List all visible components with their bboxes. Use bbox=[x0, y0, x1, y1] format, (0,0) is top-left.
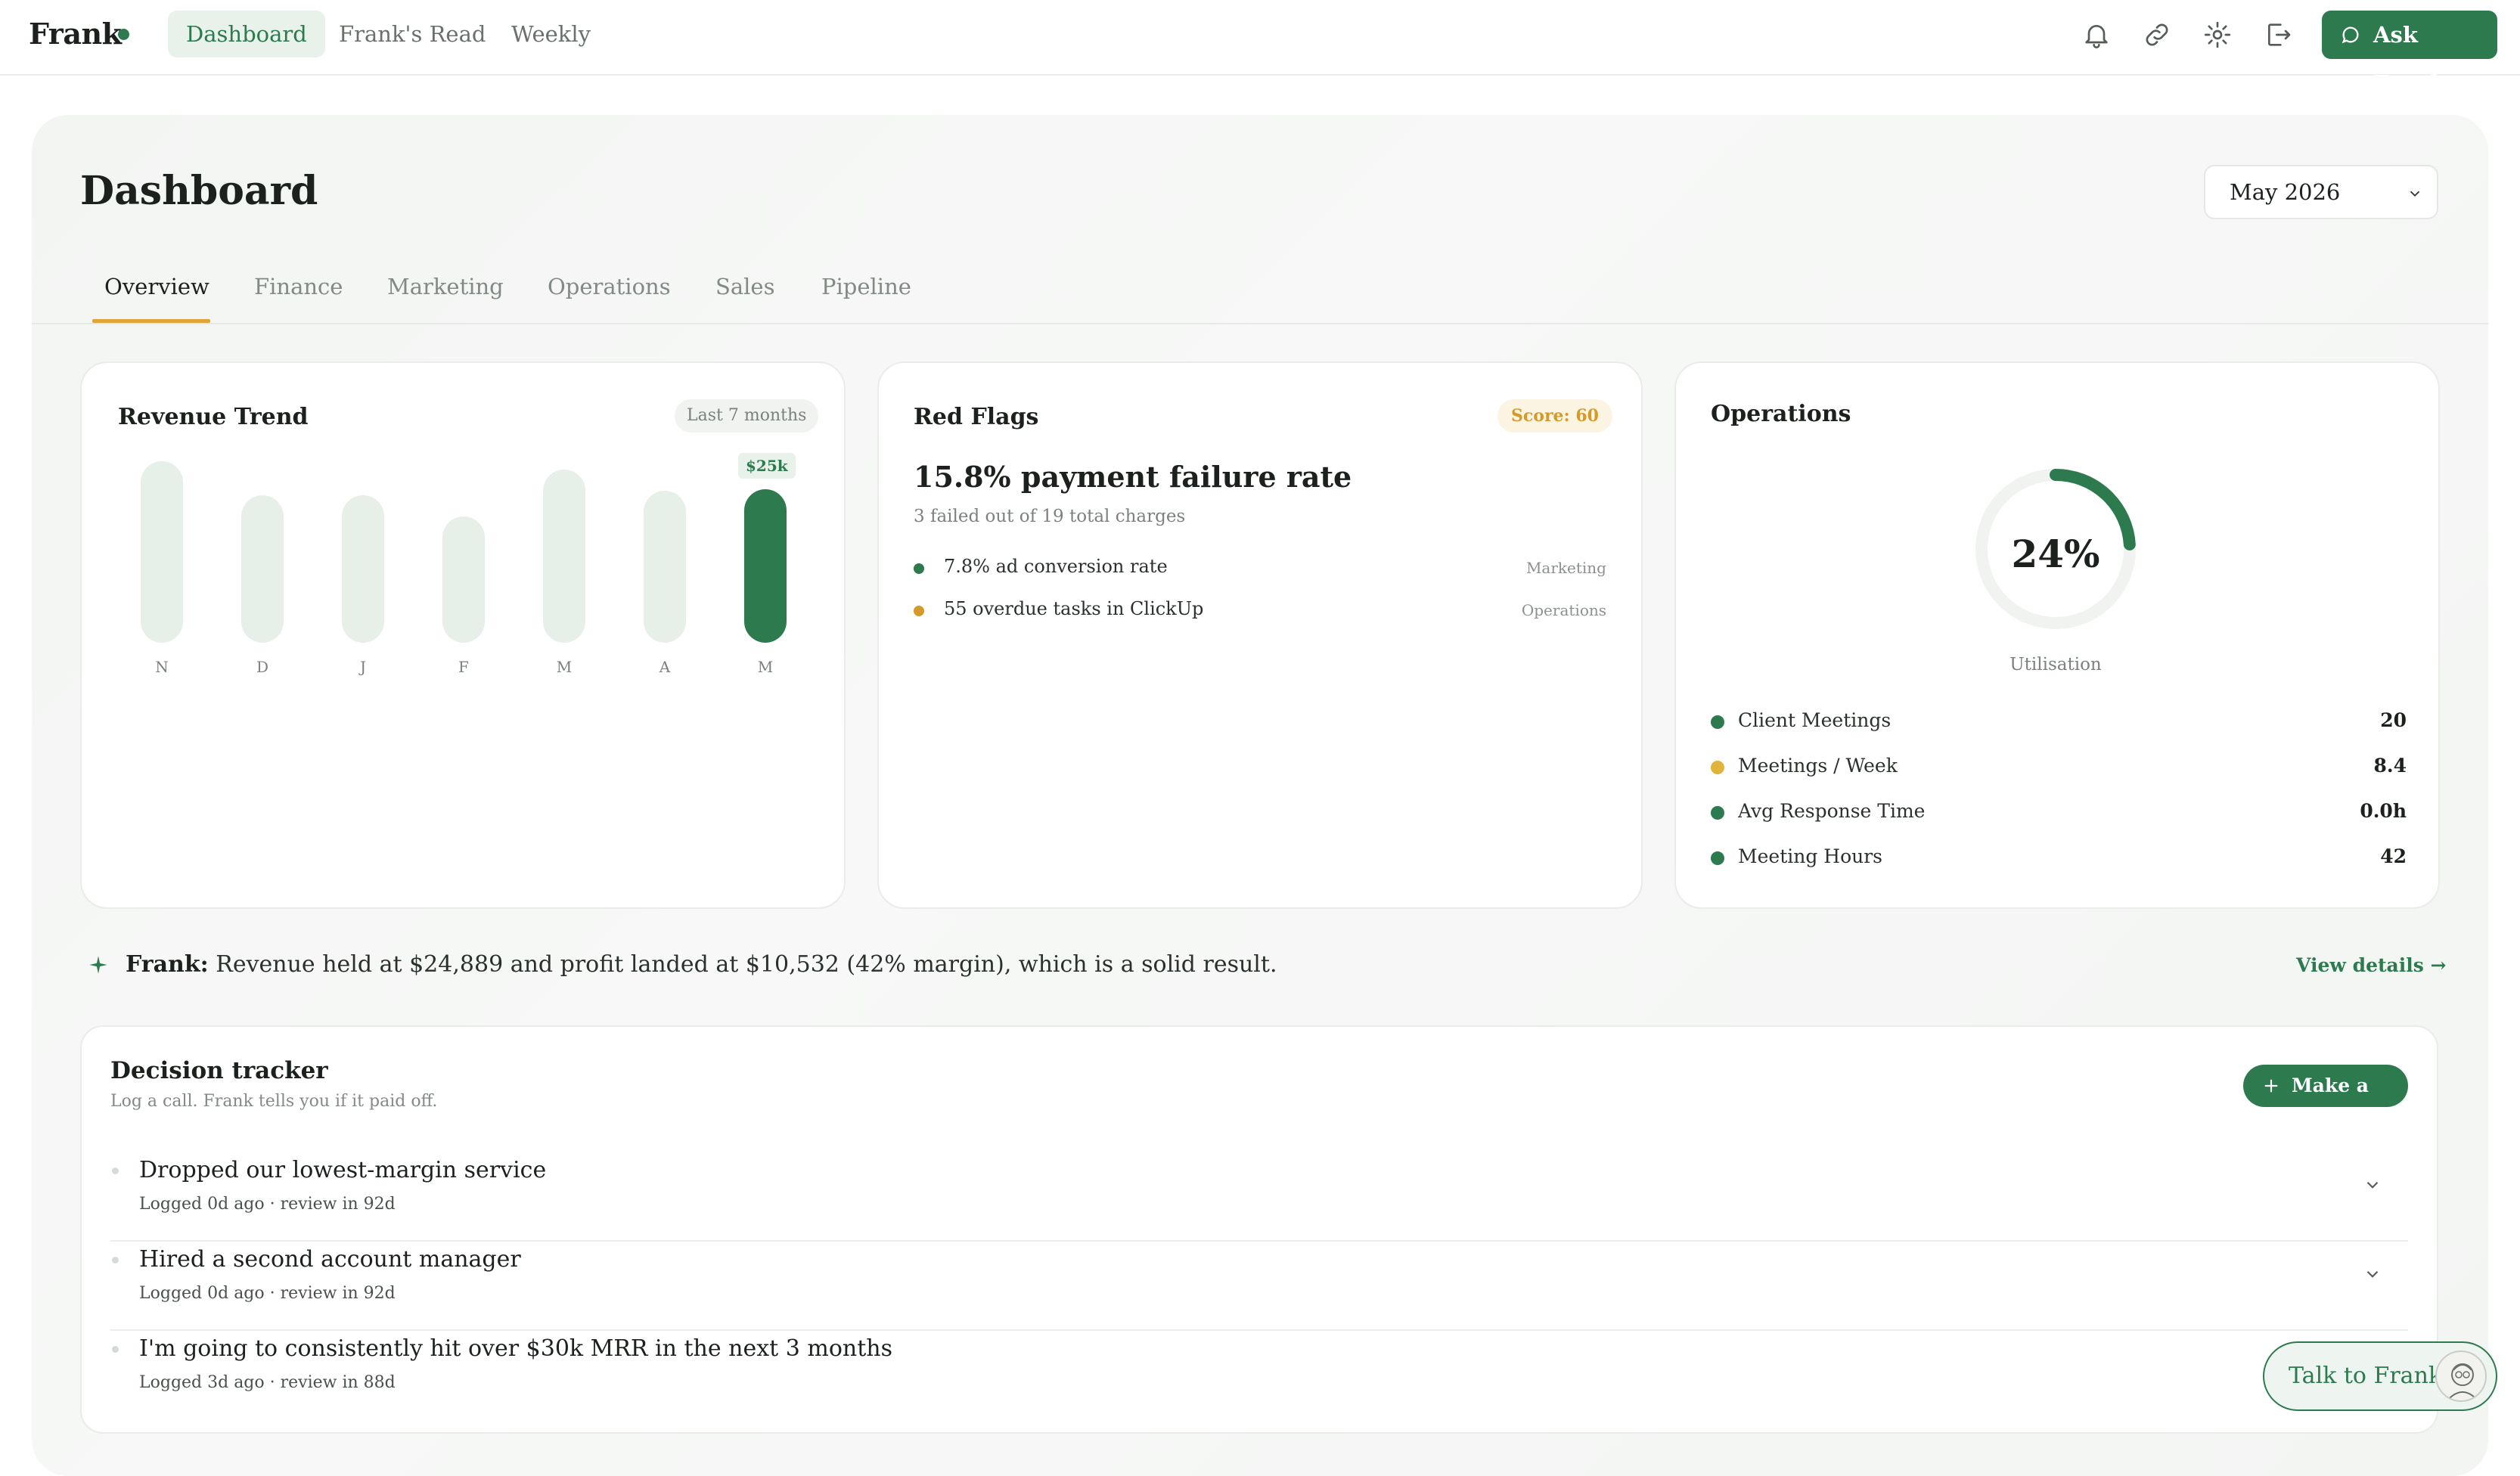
revenue-bar-label: D bbox=[256, 658, 269, 676]
tab-divider bbox=[32, 323, 2488, 324]
frank-insight-text: Revenue held at $24,889 and profit lande… bbox=[216, 951, 1277, 978]
ops-metric-row: Meeting Hours 42 bbox=[1711, 842, 2407, 873]
tab-sales[interactable]: Sales bbox=[703, 274, 787, 312]
link-icon[interactable] bbox=[2142, 20, 2172, 50]
make-a-call-button[interactable]: Make a call bbox=[2243, 1065, 2408, 1139]
red-flag-tag: Marketing bbox=[1525, 559, 1606, 577]
decision-meta: Logged 0d ago · review in 92d bbox=[139, 1284, 396, 1303]
nav-franks-read[interactable]: Frank's Read bbox=[321, 11, 504, 57]
ops-metric-value: 8.4 bbox=[2373, 755, 2407, 777]
red-flags-card bbox=[877, 361, 1643, 909]
ask-frank-label: Ask Frank bbox=[2373, 22, 2446, 96]
revenue-bar[interactable] bbox=[744, 489, 787, 643]
logout-icon[interactable] bbox=[2263, 20, 2293, 50]
red-flag-tag: Operations bbox=[1521, 601, 1606, 619]
talk-to-frank-label: Talk to Frank bbox=[2289, 1363, 2443, 1389]
ops-metric-label: Avg Response Time bbox=[1738, 800, 1926, 822]
frank-insight: Frank: Revenue held at $24,889 and profi… bbox=[126, 951, 1277, 978]
ops-metric-value: 0.0h bbox=[2360, 800, 2407, 822]
talk-to-frank-button[interactable]: Talk to Frank bbox=[2263, 1341, 2497, 1411]
gear-icon[interactable] bbox=[2202, 20, 2233, 50]
chevron-down-icon bbox=[2410, 191, 2420, 197]
ops-metric-row: Meetings / Week 8.4 bbox=[1711, 752, 2407, 782]
red-flag-text: 7.8% ad conversion rate bbox=[944, 556, 1168, 577]
revenue-bar[interactable] bbox=[644, 491, 686, 643]
operations-title: Operations bbox=[1711, 401, 1851, 427]
revenue-bar[interactable] bbox=[241, 495, 284, 643]
decision-bullet bbox=[112, 1167, 119, 1174]
chevron-down-icon[interactable] bbox=[2363, 1175, 2382, 1195]
tab-operations[interactable]: Operations bbox=[535, 274, 683, 312]
red-flags-score-badge: Score: 60 bbox=[1497, 399, 1612, 433]
ops-metric-value: 42 bbox=[2380, 845, 2407, 867]
revenue-bar-label: N bbox=[155, 658, 169, 676]
frank-avatar-portrait bbox=[2447, 1363, 2478, 1400]
revenue-bar-label: A bbox=[659, 658, 671, 676]
chevron-down-icon[interactable] bbox=[2363, 1264, 2382, 1284]
red-flag-dot bbox=[914, 563, 924, 574]
tab-pipeline[interactable]: Pipeline bbox=[809, 274, 923, 312]
ops-metric-label: Meeting Hours bbox=[1738, 845, 1883, 867]
red-flag-dot bbox=[914, 606, 924, 616]
nav-weekly[interactable]: Weekly bbox=[493, 11, 609, 57]
red-flags-title: Red Flags bbox=[914, 404, 1039, 430]
tab-finance[interactable]: Finance bbox=[242, 274, 355, 312]
month-select[interactable]: May 2026 bbox=[2204, 165, 2438, 219]
utilisation-value: 24% bbox=[2011, 532, 2100, 576]
decision-row[interactable]: I'm going to consistently hit over $30k … bbox=[110, 1331, 2408, 1420]
revenue-bar[interactable] bbox=[342, 495, 384, 643]
month-select-value: May 2026 bbox=[2230, 179, 2341, 205]
ops-metric-row: Client Meetings 20 bbox=[1711, 706, 2407, 736]
decision-tracker-title: Decision tracker bbox=[110, 1057, 328, 1084]
revenue-trend-title: Revenue Trend bbox=[118, 404, 309, 430]
decision-meta: Logged 3d ago · review in 88d bbox=[139, 1373, 396, 1392]
tab-overview[interactable]: Overview bbox=[92, 274, 222, 312]
ops-metric-label: Meetings / Week bbox=[1738, 755, 1898, 777]
revenue-range-badge: Last 7 months bbox=[675, 399, 819, 433]
frank-avatar bbox=[2435, 1350, 2487, 1402]
ops-metric-dot bbox=[1711, 806, 1724, 820]
revenue-bar-label: M bbox=[757, 658, 774, 676]
ops-metric-value: 20 bbox=[2380, 709, 2407, 731]
decision-title: Dropped our lowest-margin service bbox=[139, 1157, 547, 1183]
page-title: Dashboard bbox=[80, 168, 318, 214]
ops-metric-dot bbox=[1711, 761, 1724, 774]
revenue-bar[interactable] bbox=[442, 516, 485, 643]
utilisation-caption: Utilisation bbox=[2009, 655, 2102, 674]
top-nav-bar: Frank Dashboard Frank's Read Weekly Ask … bbox=[0, 0, 2520, 96]
ops-metric-dot bbox=[1711, 851, 1724, 865]
decision-bullet bbox=[112, 1346, 119, 1353]
ops-metric-row: Avg Response Time 0.0h bbox=[1711, 797, 2407, 827]
brand-logo[interactable]: Frank bbox=[29, 17, 122, 51]
nav-dashboard[interactable]: Dashboard bbox=[168, 11, 325, 57]
red-flags-headline: 15.8% payment failure rate bbox=[914, 460, 1352, 494]
red-flags-subline: 3 failed out of 19 total charges bbox=[914, 507, 1186, 526]
decision-meta: Logged 0d ago · review in 92d bbox=[139, 1195, 396, 1214]
revenue-bar-label: M bbox=[556, 658, 573, 676]
ops-metric-label: Client Meetings bbox=[1738, 709, 1892, 731]
decision-bullet bbox=[112, 1257, 119, 1264]
revenue-bar[interactable] bbox=[141, 461, 183, 643]
frank-insight-speaker: Frank: bbox=[126, 951, 209, 978]
plus-icon bbox=[2264, 1079, 2278, 1093]
decision-tracker-subtitle: Log a call. Frank tells you if it paid o… bbox=[110, 1092, 438, 1111]
revenue-bar-value-label: $25k bbox=[738, 453, 796, 479]
view-details-link[interactable]: View details → bbox=[2296, 954, 2446, 976]
tab-marketing[interactable]: Marketing bbox=[375, 274, 516, 312]
sparkle-icon bbox=[89, 956, 107, 974]
bell-icon[interactable] bbox=[2081, 20, 2112, 50]
ask-frank-button[interactable]: Ask Frank bbox=[2322, 11, 2497, 96]
revenue-bar-label: F bbox=[458, 658, 469, 676]
decision-row[interactable]: Hired a second account manager Logged 0d… bbox=[110, 1242, 2408, 1331]
ops-metric-dot bbox=[1711, 715, 1724, 729]
chat-bubble-icon bbox=[2342, 26, 2359, 44]
revenue-bar-label: J bbox=[359, 658, 367, 676]
decision-title: Hired a second account manager bbox=[139, 1246, 521, 1273]
decision-row[interactable]: Dropped our lowest-margin service Logged… bbox=[110, 1152, 2408, 1242]
revenue-bar[interactable] bbox=[543, 470, 585, 643]
brand-logo-dot bbox=[118, 29, 129, 40]
red-flag-text: 55 overdue tasks in ClickUp bbox=[944, 598, 1204, 619]
decision-title: I'm going to consistently hit over $30k … bbox=[139, 1335, 892, 1362]
